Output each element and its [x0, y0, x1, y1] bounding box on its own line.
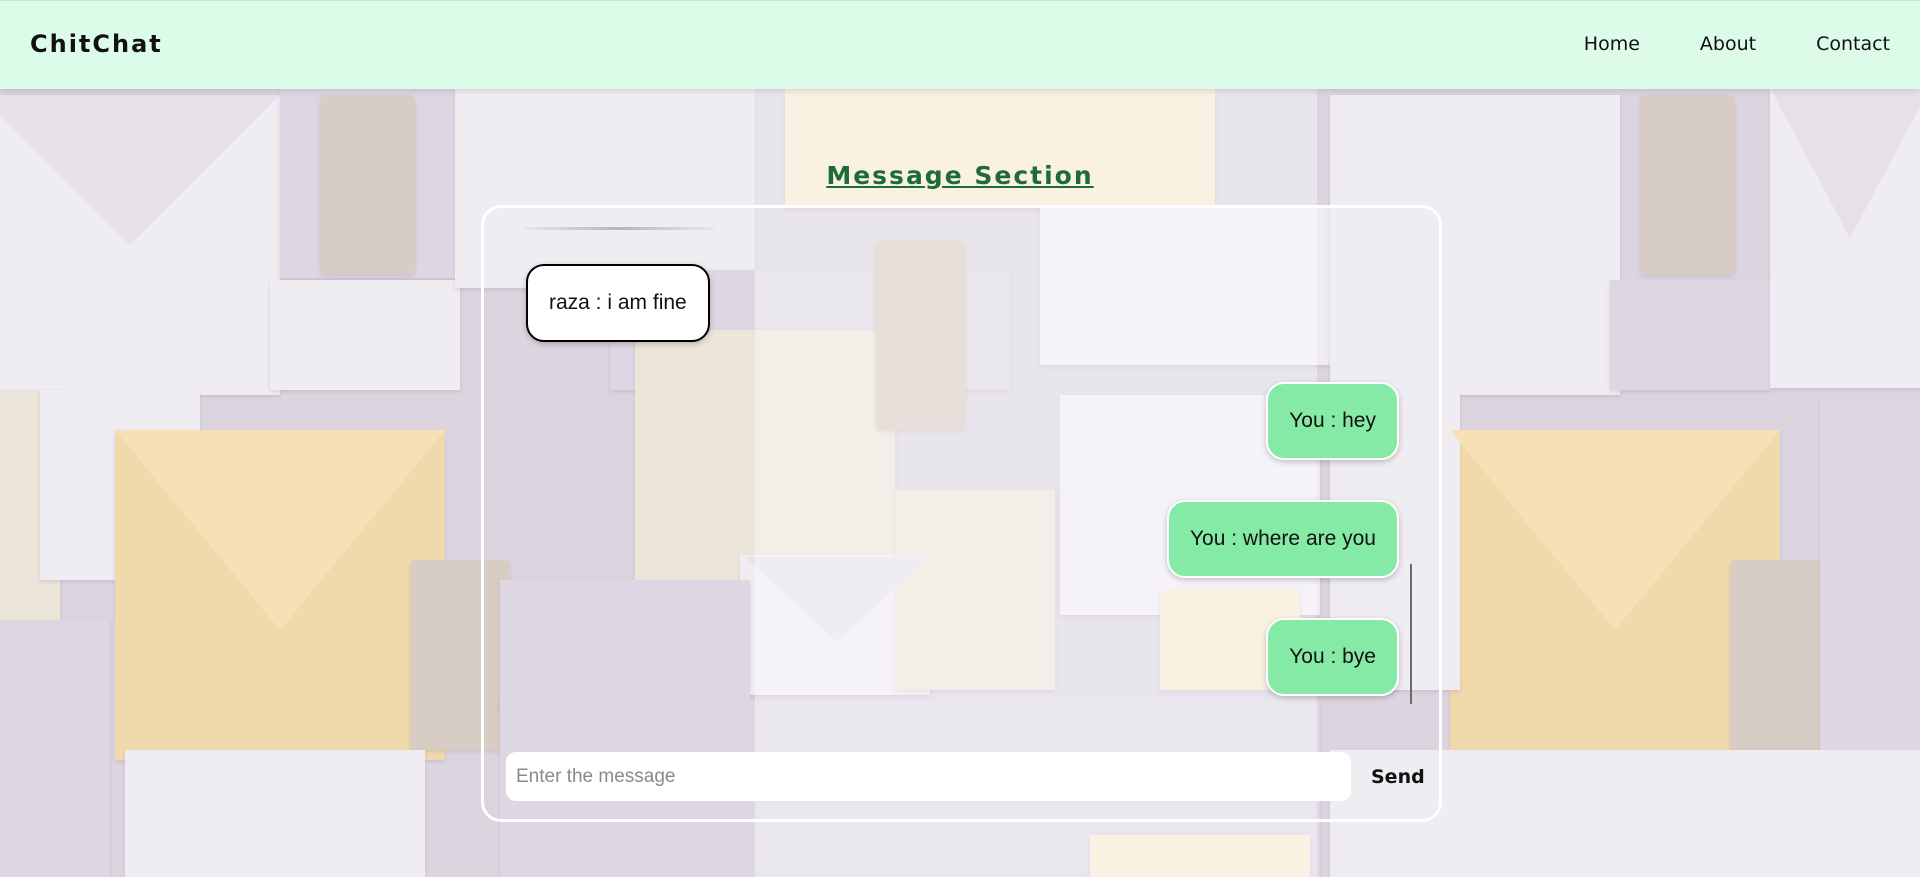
- message-outgoing: You : bye: [1266, 618, 1399, 696]
- nav-links: Home About Contact: [1554, 33, 1920, 55]
- nav-link-about[interactable]: About: [1700, 33, 1756, 55]
- chat-container: raza : i am fine You : hey You : where a…: [481, 205, 1442, 822]
- message-outgoing: You : where are you: [1166, 500, 1399, 578]
- message-input[interactable]: [506, 752, 1351, 801]
- message-form: Send: [506, 752, 1425, 801]
- send-button[interactable]: Send: [1361, 752, 1435, 801]
- message-incoming: raza : i am fine: [526, 264, 710, 342]
- nav-link-contact[interactable]: Contact: [1816, 33, 1890, 55]
- brand-logo[interactable]: ChitChat: [30, 30, 163, 58]
- navbar: ChitChat Home About Contact: [0, 0, 1920, 89]
- message-outgoing: You : hey: [1266, 382, 1399, 460]
- divider: [524, 227, 714, 230]
- scrollbar[interactable]: [1410, 564, 1412, 704]
- nav-link-home[interactable]: Home: [1584, 33, 1640, 55]
- page-title: Message Section: [826, 161, 1094, 190]
